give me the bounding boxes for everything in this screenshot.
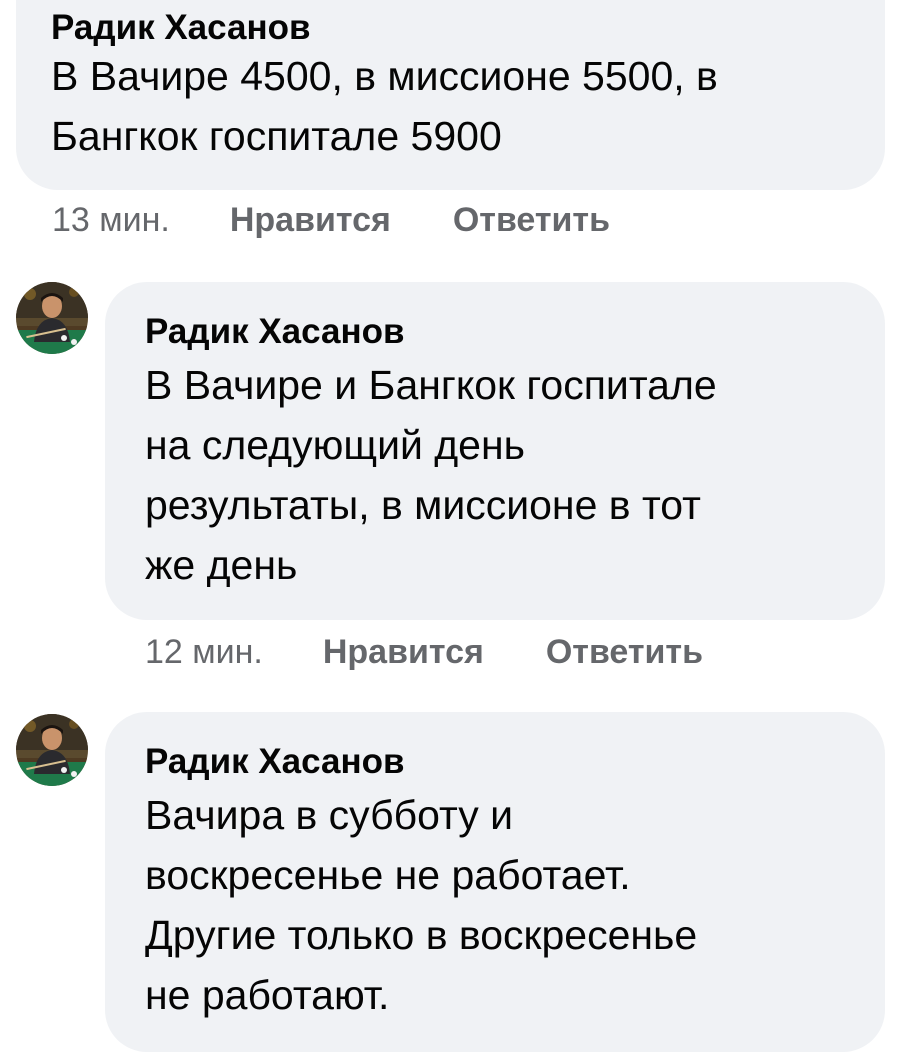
comment-author[interactable]: Радик Хасанов bbox=[51, 6, 885, 50]
comment-1: Радик Хасанов В Вачире 4500, в миссионе … bbox=[0, 0, 911, 250]
reply-button[interactable]: Ответить bbox=[546, 630, 703, 674]
comment-actions: 13 мин. Нравится Ответить bbox=[52, 198, 610, 242]
comment-timestamp[interactable]: 13 мин. bbox=[52, 198, 170, 242]
comment-text: Вачира в субботу и воскресенье не работа… bbox=[145, 792, 698, 1018]
comment-author[interactable]: Радик Хасанов bbox=[145, 740, 885, 784]
avatar-photo-icon bbox=[16, 714, 88, 786]
comment-bubble: Радик Хасанов В Вачире и Бангкок госпита… bbox=[105, 282, 885, 620]
reply-button[interactable]: Ответить bbox=[453, 198, 610, 242]
comment-author[interactable]: Радик Хасанов bbox=[145, 310, 885, 354]
user-avatar[interactable] bbox=[16, 714, 88, 786]
comment-2: Радик Хасанов В Вачире и Бангкок госпита… bbox=[0, 250, 911, 690]
comment-bubble: Радик Хасанов Вачира в субботу и воскрес… bbox=[105, 712, 885, 1052]
comment-text: В Вачире и Бангкок госпитале на следующи… bbox=[145, 362, 717, 588]
like-button[interactable]: Нравится bbox=[230, 198, 391, 242]
avatar-photo-icon bbox=[16, 282, 88, 354]
comment-3: Радик Хасанов Вачира в субботу и воскрес… bbox=[0, 690, 911, 1055]
comment-text: В Вачире 4500, в миссионе 5500, в Бангко… bbox=[51, 53, 718, 159]
comment-timestamp[interactable]: 12 мин. bbox=[145, 630, 263, 674]
user-avatar[interactable] bbox=[16, 282, 88, 354]
comment-thread: Радик Хасанов В Вачире 4500, в миссионе … bbox=[0, 0, 911, 1055]
like-button[interactable]: Нравится bbox=[323, 630, 484, 674]
comment-actions: 12 мин. Нравится Ответить bbox=[145, 630, 703, 674]
comment-bubble: Радик Хасанов В Вачире 4500, в миссионе … bbox=[16, 0, 885, 190]
